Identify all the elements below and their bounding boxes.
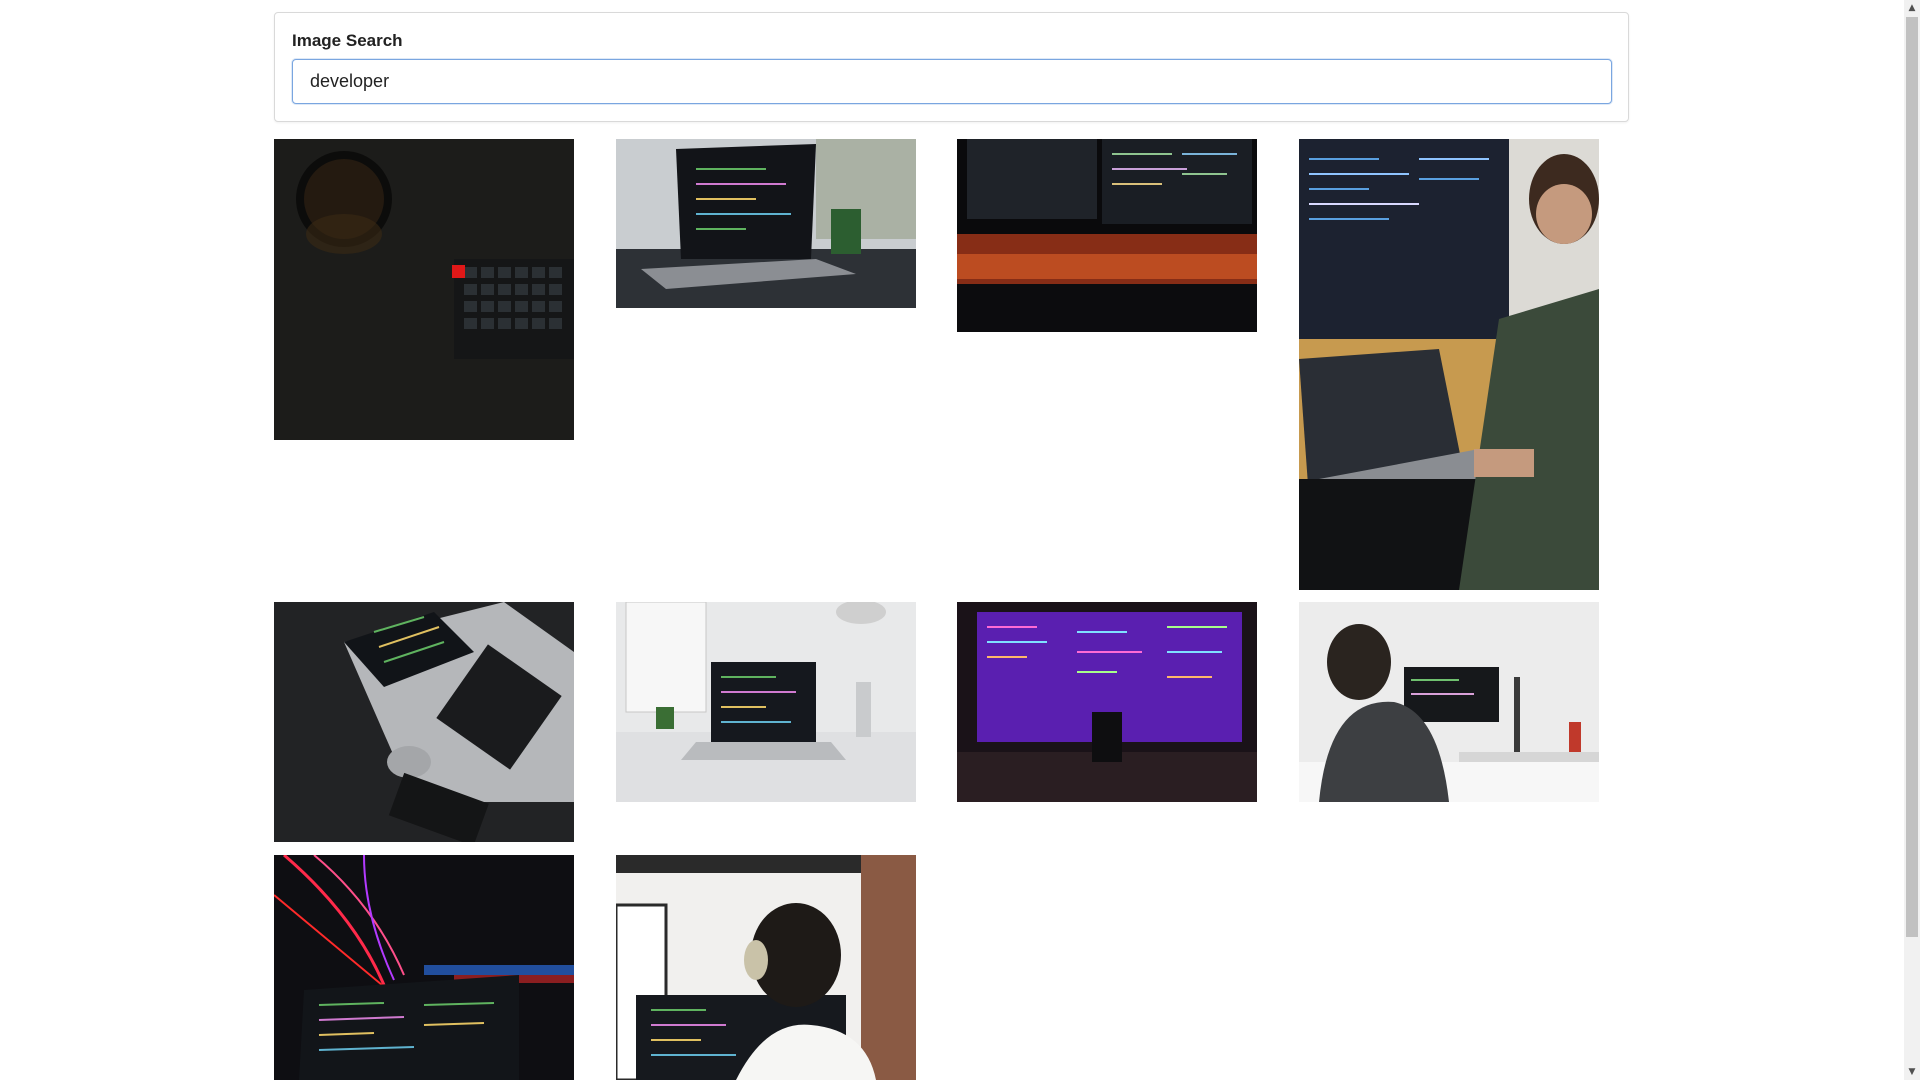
result-image-purple-monitor[interactable] (957, 602, 1257, 802)
page: Image Search (0, 0, 1904, 1080)
search-label: Image Search (292, 31, 403, 50)
result-image-laptop-white-desk[interactable] (616, 602, 916, 802)
search-input[interactable] (292, 59, 1612, 104)
result-image-man-headphones-desk[interactable] (1299, 602, 1599, 802)
scroll-up-arrow-icon[interactable]: ▲ (1904, 0, 1920, 16)
search-card: Image Search (274, 12, 1629, 122)
result-image-man-coding[interactable] (1299, 139, 1599, 590)
result-image-person-headphones-code[interactable] (616, 855, 916, 1080)
image-laptop-plant (616, 139, 916, 308)
image-laptop-white-desk (616, 602, 916, 802)
image-purple-monitor (957, 602, 1257, 802)
result-image-code-light-trails[interactable] (274, 855, 574, 1080)
image-monitors-red (957, 139, 1257, 332)
image-coffee-keyboard (274, 139, 574, 440)
scroll-down-arrow-icon[interactable]: ▼ (1904, 1064, 1920, 1080)
result-image-laptop-overhead[interactable] (274, 602, 574, 842)
image-laptop-overhead (274, 602, 574, 842)
image-person-headphones-code (616, 855, 916, 1080)
result-image-coffee-keyboard[interactable] (274, 139, 574, 440)
image-man-coding (1299, 139, 1599, 590)
vertical-scrollbar[interactable]: ▲ ▼ (1904, 0, 1920, 1080)
scroll-thumb[interactable] (1906, 17, 1918, 937)
image-man-headphones-desk (1299, 602, 1599, 802)
result-image-monitors-red[interactable] (957, 139, 1257, 332)
result-image-laptop-plant[interactable] (616, 139, 916, 308)
image-code-light-trails (274, 855, 574, 1080)
